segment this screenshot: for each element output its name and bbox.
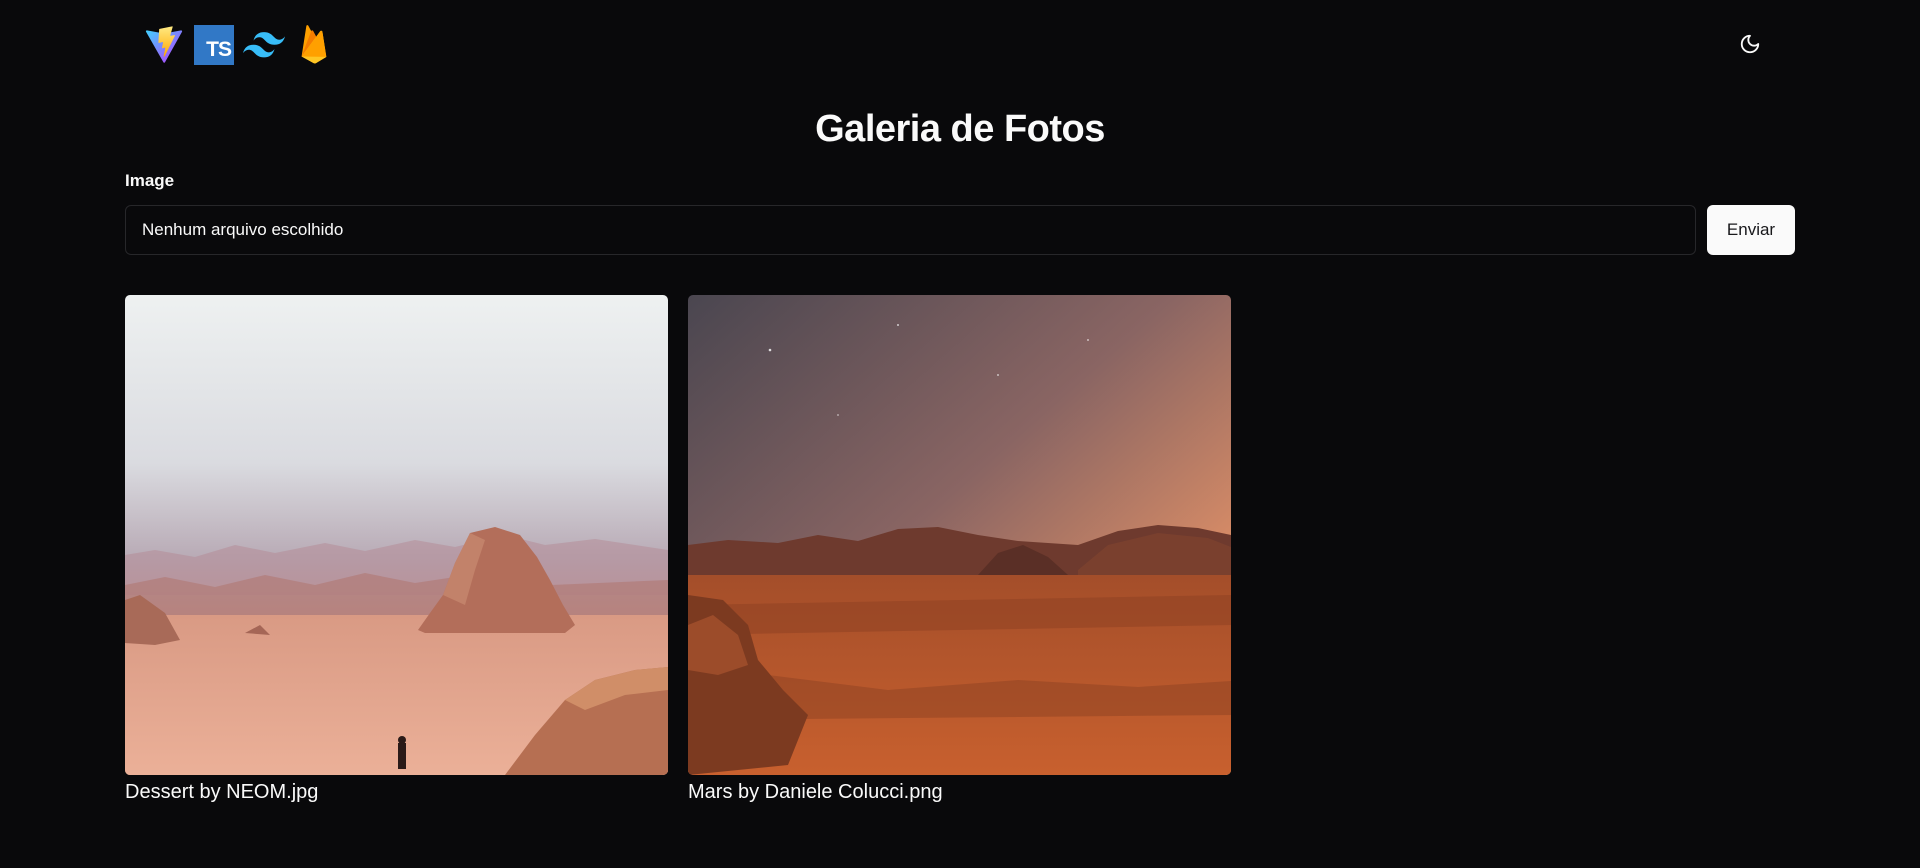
gallery-photo-desert: [125, 295, 668, 775]
gallery-item[interactable]: Mars by Daniele Colucci.png: [688, 295, 1231, 804]
file-input-value: Nenhum arquivo escolhido: [142, 220, 344, 239]
top-navbar: TS: [0, 0, 1920, 90]
tech-logos: TS: [143, 24, 335, 66]
image-field-label: Image: [125, 171, 175, 190]
gallery-photo-mars: [688, 295, 1231, 775]
page-title: Galeria de Fotos: [815, 108, 1105, 150]
typescript-logo-text: TS: [194, 25, 234, 65]
gallery-item-caption: Mars by Daniele Colucci.png: [688, 781, 943, 803]
moon-icon: [1739, 33, 1761, 60]
vite-logo-icon: [143, 24, 185, 66]
image-file-input[interactable]: Nenhum arquivo escolhido: [125, 205, 1696, 255]
tailwind-logo-icon: [243, 24, 285, 66]
theme-toggle-button[interactable]: [1732, 28, 1768, 64]
firebase-logo-icon: [293, 24, 335, 66]
photo-gallery: Dessert by NEOM.jpg Mars by Daniele Colu…: [125, 295, 1231, 804]
submit-button[interactable]: Enviar: [1707, 205, 1795, 255]
typescript-logo-icon: TS: [193, 24, 235, 66]
gallery-item[interactable]: Dessert by NEOM.jpg: [125, 295, 668, 804]
gallery-item-caption: Dessert by NEOM.jpg: [125, 781, 319, 803]
